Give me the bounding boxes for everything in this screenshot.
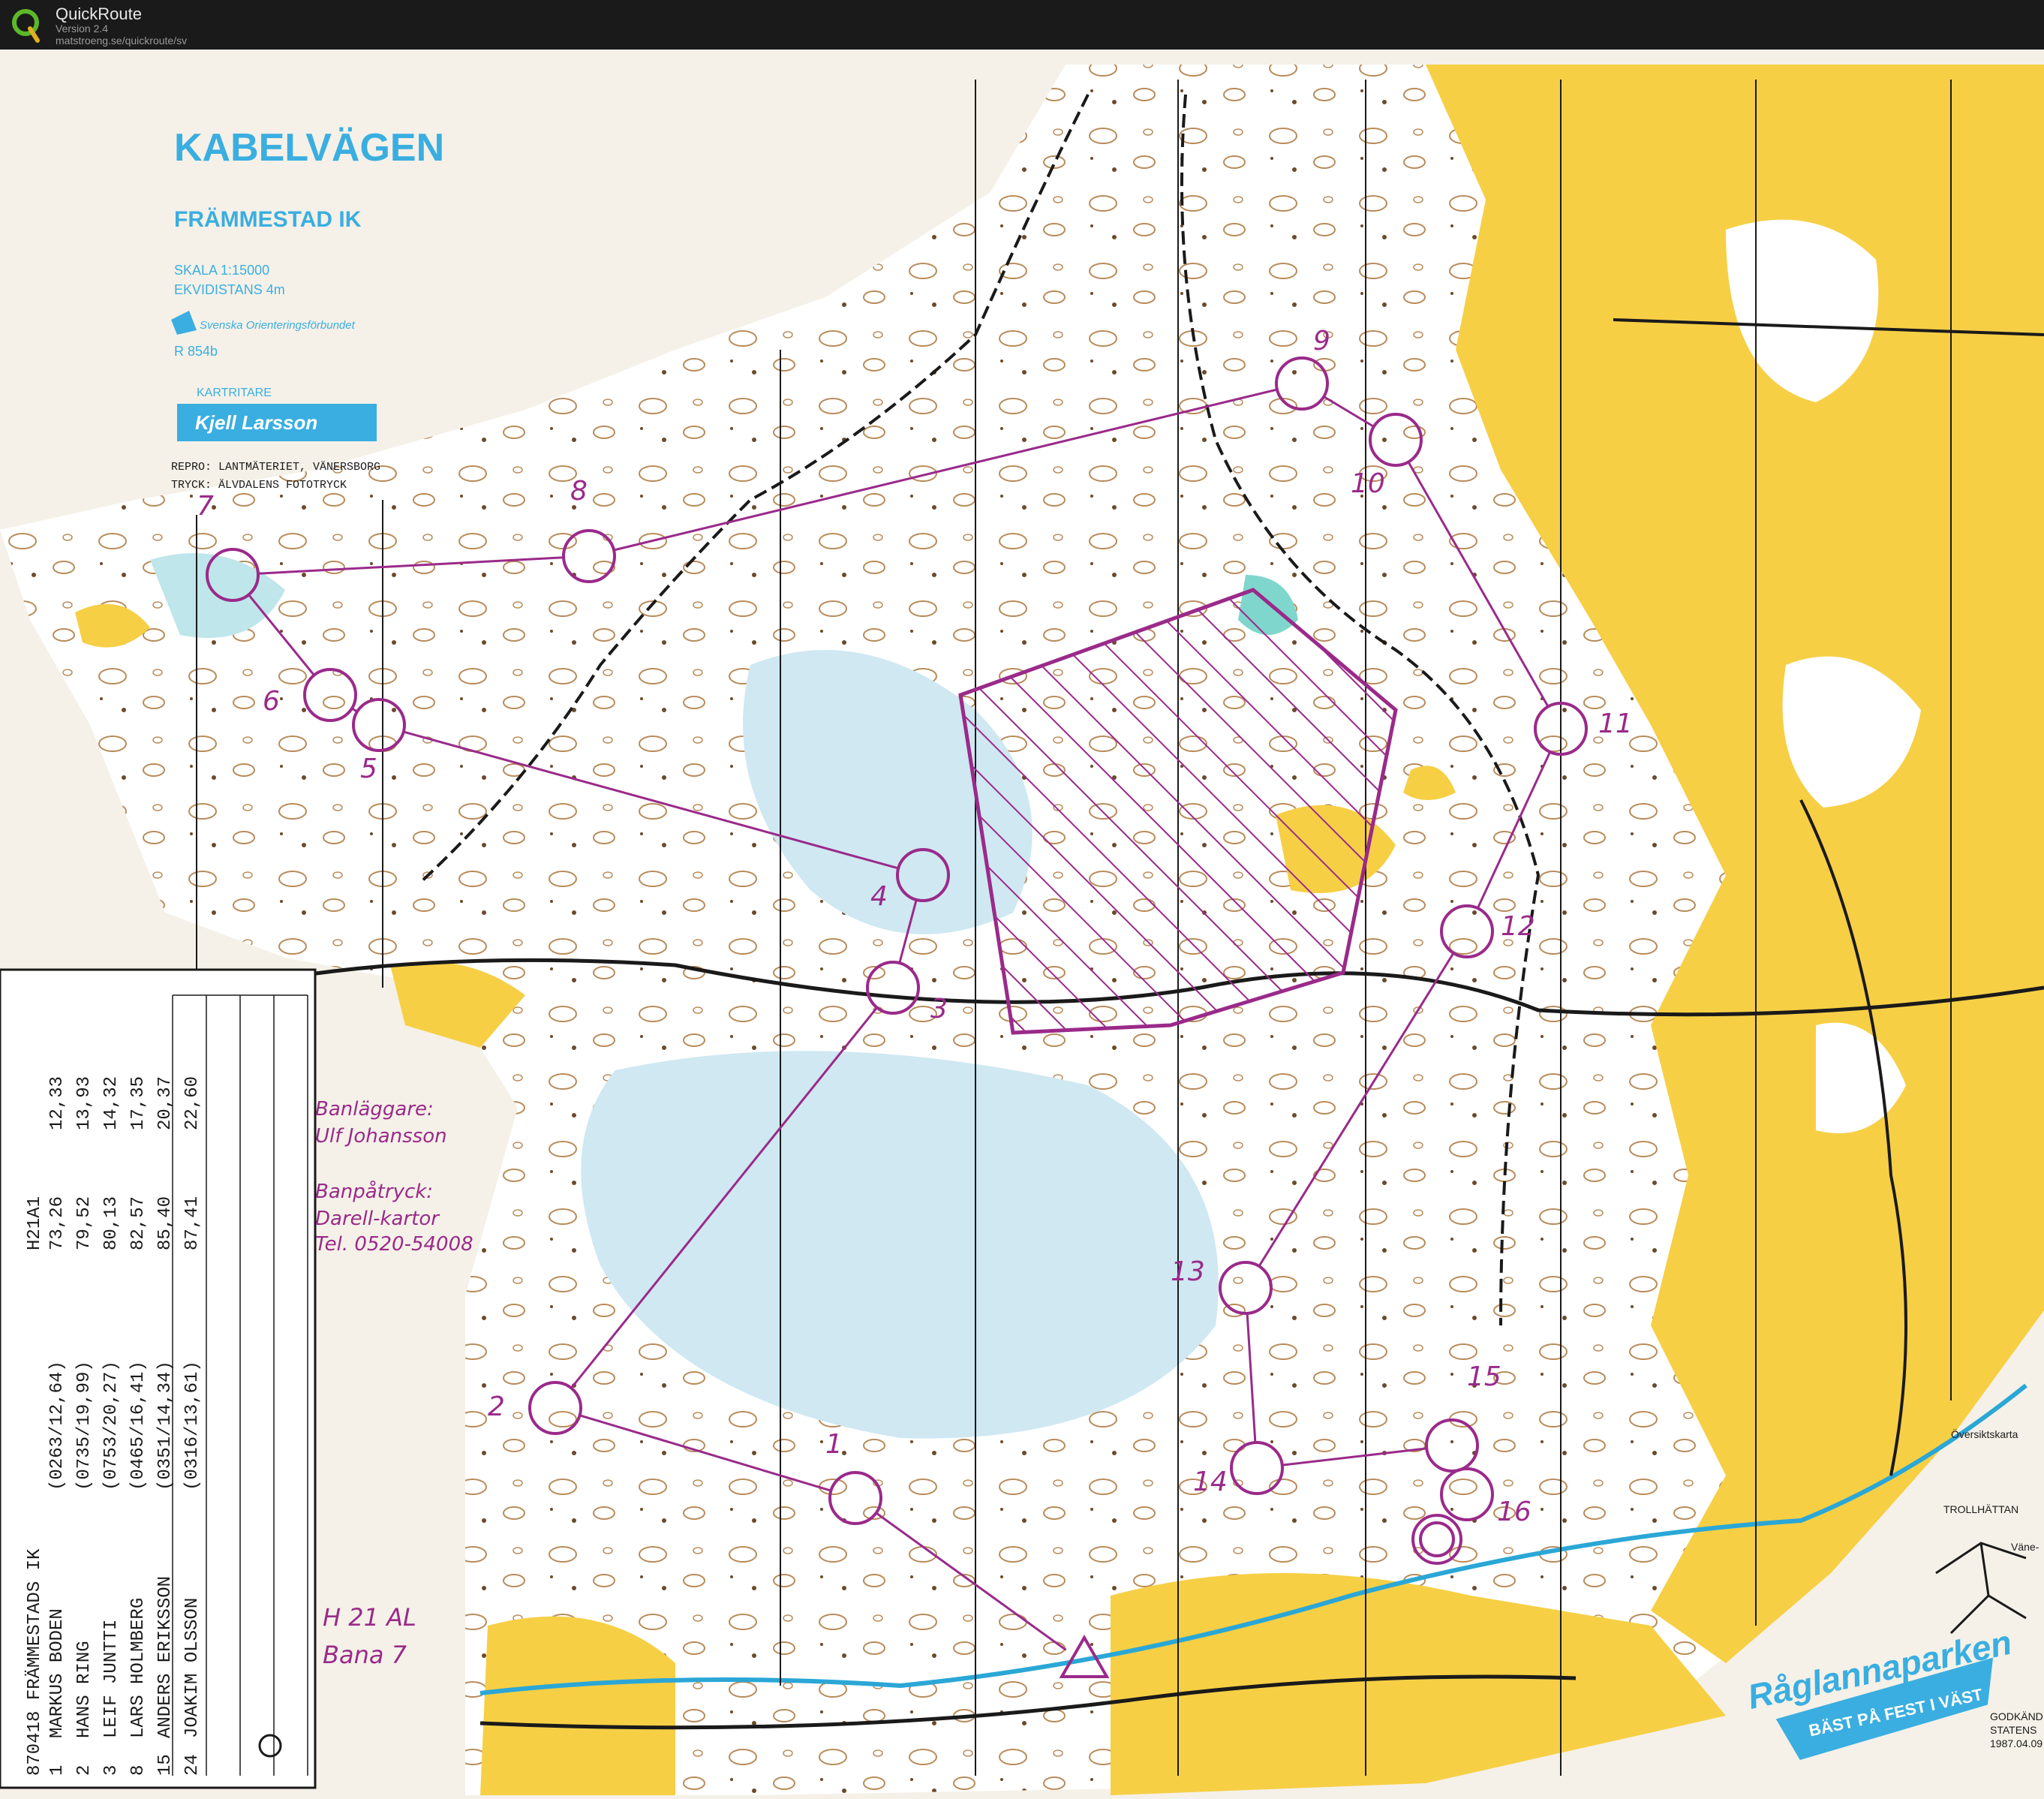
control-number-15: 15 <box>1467 1361 1501 1392</box>
result-place: 24 <box>182 1754 203 1776</box>
app-version: Version 2.4 <box>56 23 108 35</box>
approval-line-2: STATENS <box>1990 1724 2037 1736</box>
result-total: 80,13 <box>101 1196 122 1250</box>
print-credit: TRYCK: ÄLVDALENS FOTOTRYCK <box>171 478 347 492</box>
map-scale: SKALA 1:15000 <box>174 263 269 278</box>
control-number-9: 9 <box>1313 326 1330 356</box>
result-splits: (0735/19,99) <box>74 1361 95 1491</box>
control-number-12: 12 <box>1501 911 1535 942</box>
orienteering-map[interactable]: 12345678910111213141516 KABELVÄGEN FRÄMM… <box>0 50 2044 1795</box>
course-label: Bana 7 <box>323 1641 407 1669</box>
result-total: 82,57 <box>128 1196 149 1250</box>
result-place: 8 <box>128 1765 149 1776</box>
result-place: 2 <box>74 1765 95 1776</box>
result-place: 3 <box>101 1765 122 1776</box>
result-diff: 17,35 <box>128 1076 149 1130</box>
inset-city: TROLLHÄTTAN <box>1943 1503 2018 1515</box>
results-table: 870418 FRÄMMESTADS IK H21A1 1 MARKUS BODE… <box>0 970 315 1788</box>
inset-place: Väne- <box>2011 1541 2039 1553</box>
result-place: 15 <box>155 1754 176 1776</box>
repro-credit: REPRO: LANTMÄTERIET, VÄNERSBORG <box>171 460 380 474</box>
federation-name: Svenska Orienteringsförbundet <box>200 319 356 332</box>
result-name: LEIF JUNTTI <box>101 1620 122 1738</box>
control-number-16: 16 <box>1497 1497 1531 1527</box>
approval-date: 1987.04.09 <box>1990 1737 2042 1749</box>
result-place: 1 <box>47 1765 68 1776</box>
overprint-label: Banpåtryck: <box>315 1180 433 1203</box>
approval-line-1: GODKÄND <box>1990 1710 2043 1722</box>
map-title: KABELVÄGEN <box>174 126 444 170</box>
result-total: 73,26 <box>47 1196 68 1250</box>
inset-label: Översiktskarta <box>1951 1427 2018 1440</box>
control-number-14: 14 <box>1193 1467 1228 1497</box>
control-number-1: 1 <box>825 1429 843 1460</box>
results-header: 870418 FRÄMMESTADS IK <box>24 1548 45 1776</box>
result-total: 79,52 <box>74 1196 95 1250</box>
control-number-13: 13 <box>1171 1256 1205 1287</box>
control-number-10: 10 <box>1351 468 1385 499</box>
open-land-southwest <box>480 1617 675 1795</box>
results-class: H21A1 <box>25 1196 45 1250</box>
result-splits: (0316/13,61) <box>182 1361 203 1491</box>
class-label: H 21 AL <box>323 1603 416 1632</box>
control-number-7: 7 <box>197 491 214 522</box>
map-contour-interval: EKVIDISTANS 4m <box>174 282 285 297</box>
course-setter-label: Banläggare: <box>315 1098 434 1121</box>
control-number-4: 4 <box>870 881 888 912</box>
app-url: matstroeng.se/quickroute/sv <box>56 35 187 47</box>
result-diff: 13,93 <box>74 1076 95 1130</box>
control-number-8: 8 <box>570 476 588 507</box>
result-splits: (0753/20,27) <box>101 1361 122 1491</box>
control-number-2: 2 <box>488 1391 505 1422</box>
result-name: LARS HOLMBERG <box>128 1598 149 1738</box>
app-title: QuickRoute <box>56 5 142 24</box>
cartographer-label: KARTRITARE <box>197 387 272 399</box>
result-splits: (0351/14,34) <box>155 1361 176 1491</box>
result-name: ANDERS ERIKSSON <box>155 1576 176 1738</box>
result-diff: 12,33 <box>47 1076 68 1130</box>
result-name: HANS RING <box>74 1641 95 1738</box>
course-setter-name: Ulf Johansson <box>315 1125 447 1148</box>
control-number-3: 3 <box>930 994 948 1024</box>
result-splits: (0465/16,41) <box>128 1361 149 1491</box>
result-diff: 22,60 <box>182 1076 203 1130</box>
result-total: 85,40 <box>155 1196 176 1250</box>
overprint-by: Darell-kartor <box>315 1208 440 1230</box>
club-name: FRÄMMESTAD IK <box>174 207 362 232</box>
result-diff: 20,37 <box>155 1076 176 1130</box>
map-reg-number: R 854b <box>174 344 218 359</box>
quickroute-logo-icon <box>9 6 42 44</box>
result-name: MARKUS BODEN <box>47 1608 68 1738</box>
result-name: JOAKIM OLSSON <box>182 1598 203 1738</box>
cartographer-name: Kjell Larsson <box>195 411 317 434</box>
map-canvas[interactable]: 12345678910111213141516 KABELVÄGEN FRÄMM… <box>0 50 2044 1795</box>
app-titlebar: QuickRoute Version 2.4 matstroeng.se/qui… <box>0 0 2044 50</box>
control-number-6: 6 <box>263 686 280 717</box>
control-number-11: 11 <box>1598 708 1633 739</box>
result-splits: (0263/12,64) <box>47 1361 68 1491</box>
result-total: 87,41 <box>182 1196 203 1250</box>
overprint-tel: Tel. 0520-54008 <box>315 1233 473 1256</box>
result-diff: 14,32 <box>101 1076 122 1130</box>
control-number-5: 5 <box>360 754 377 784</box>
